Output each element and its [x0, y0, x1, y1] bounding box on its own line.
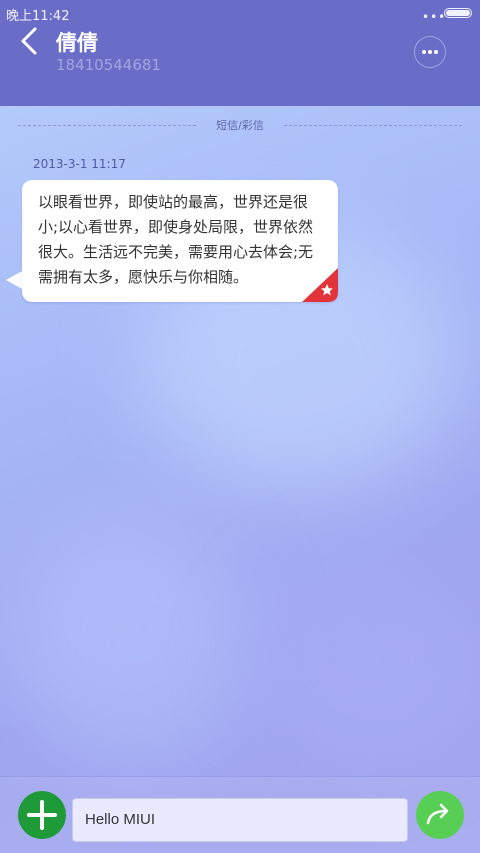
message-bubble[interactable]: 以眼看世界，即使站的最高，世界还是很小;以心看世界，即使身处局限，世界依然很大。…	[22, 180, 338, 302]
divider-line-right	[284, 125, 462, 126]
message-timestamp: 2013-3-1 11:17	[33, 157, 126, 171]
divider-line-left	[18, 125, 196, 126]
message-input[interactable]: Hello MIUI	[72, 798, 408, 842]
message-text: 以眼看世界，即使站的最高，世界还是很小;以心看世界，即使身处局限，世界依然很大。…	[38, 193, 314, 286]
plus-icon	[27, 800, 57, 830]
more-horizontal-icon	[434, 50, 438, 54]
more-horizontal-icon	[428, 50, 432, 54]
send-arrow-icon	[426, 803, 449, 825]
signal-dots-icon: •••	[422, 10, 447, 24]
favorite-star-icon[interactable]	[302, 268, 338, 302]
conversation-header: 晚上11:42 ••• 倩倩 18410544681	[0, 0, 480, 106]
more-options-button[interactable]	[414, 36, 446, 68]
background-glow	[10, 520, 250, 760]
contact-name: 倩倩	[56, 31, 98, 55]
back-button[interactable]	[18, 26, 44, 56]
send-button[interactable]	[416, 791, 464, 839]
background-glow	[250, 560, 480, 760]
attach-button[interactable]	[18, 791, 66, 839]
battery-icon	[444, 8, 472, 18]
status-time: 晚上11:42	[6, 9, 70, 24]
contact-phone-number: 18410544681	[56, 56, 161, 74]
battery-level	[446, 10, 470, 16]
channel-label: 短信/彩信	[216, 119, 264, 132]
sms-conversation-screen: 晚上11:42 ••• 倩倩 18410544681 短信/彩信 2013-3-…	[0, 0, 480, 853]
more-horizontal-icon	[422, 50, 426, 54]
chevron-left-icon	[21, 27, 37, 55]
